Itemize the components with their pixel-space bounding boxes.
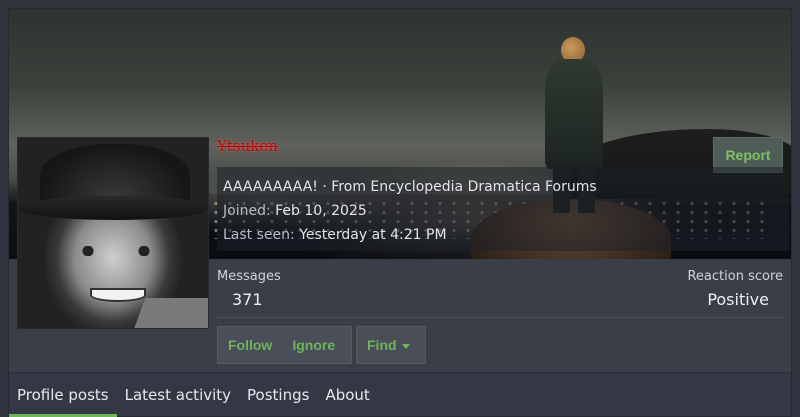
follow-ignore-group: Follow Ignore: [217, 326, 352, 364]
ignore-button[interactable]: Ignore: [282, 337, 345, 353]
avatar-collar: [130, 298, 208, 328]
joined-label: Joined:: [223, 203, 271, 219]
messages-value[interactable]: 371: [232, 290, 263, 309]
find-group: Find: [356, 326, 426, 364]
avatar-eyes: [76, 246, 156, 256]
reaction-score-label: Reaction score: [687, 269, 783, 284]
last-seen-value: Yesterday at 4:21 PM: [299, 227, 447, 243]
avatar-mouth: [90, 288, 146, 302]
tab-about[interactable]: About: [317, 373, 377, 417]
reaction-score-value: Positive: [707, 290, 769, 309]
profile-info: AAAAAAAAA! · From Encyclopedia Dramatica…: [217, 167, 789, 251]
tab-latest-activity[interactable]: Latest activity: [117, 373, 239, 417]
find-button[interactable]: Find: [357, 337, 420, 353]
joined-line: Joined: Feb 10, 2025: [223, 199, 783, 223]
avatar-hat-brim: [18, 196, 208, 220]
avatar[interactable]: [17, 137, 209, 329]
last-seen-line: Last seen: Yesterday at 4:21 PM: [223, 223, 783, 247]
profile-card: Ytsuken Report AAAAAAAAA! · From Encyclo…: [8, 8, 792, 417]
tab-postings[interactable]: Postings: [239, 373, 317, 417]
joined-value: Feb 10, 2025: [275, 203, 367, 219]
user-title-line: AAAAAAAAA! · From Encyclopedia Dramatica…: [223, 179, 597, 195]
tab-profile-posts[interactable]: Profile posts: [9, 373, 117, 417]
profile-tabs: Profile posts Latest activity Postings A…: [9, 372, 791, 417]
caret-down-icon: [401, 343, 410, 349]
username: Ytsuken: [217, 137, 278, 155]
messages-label: Messages: [217, 269, 281, 284]
find-label: Find: [367, 337, 397, 353]
last-seen-label: Last seen:: [223, 227, 295, 243]
figure-coat: [545, 59, 603, 169]
stats-divider: [217, 317, 783, 318]
follow-button[interactable]: Follow: [218, 337, 282, 353]
